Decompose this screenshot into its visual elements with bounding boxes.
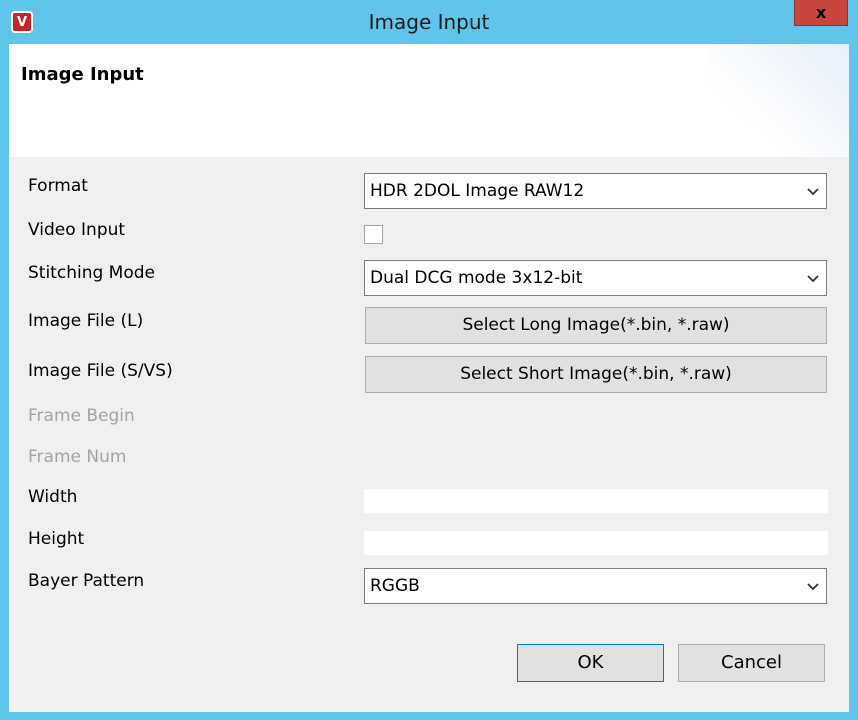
stitching-mode-select[interactable]: Dual DCG mode 3x12-bit (364, 260, 827, 296)
close-icon: x (815, 3, 827, 22)
chevron-down-icon (807, 275, 819, 283)
format-select[interactable]: HDR 2DOL Image RAW12 (364, 173, 827, 209)
image-file-svs-label: Image File (S/VS) (28, 361, 173, 381)
select-long-image-button[interactable]: Select Long Image(*.bin, *.raw) (365, 307, 827, 344)
stitching-mode-label: Stitching Mode (28, 263, 155, 283)
ok-button[interactable]: OK (517, 644, 664, 682)
banner-decoration (709, 44, 849, 157)
cancel-button[interactable]: Cancel (678, 644, 825, 682)
width-label: Width (28, 487, 78, 507)
bayer-pattern-select[interactable]: RGGB (364, 568, 827, 604)
format-label: Format (28, 176, 88, 196)
select-short-image-button[interactable]: Select Short Image(*.bin, *.raw) (365, 356, 827, 393)
banner-title: Image Input (21, 64, 144, 85)
frame-begin-label: Frame Begin (28, 406, 135, 426)
dialog-body: Image Input Format HDR 2DOL Image RAW12 … (9, 44, 849, 712)
bayer-pattern-label: Bayer Pattern (28, 571, 145, 591)
video-input-checkbox[interactable] (364, 225, 383, 244)
window-title: Image Input (368, 10, 490, 34)
dialog-window: V Image Input x Image Input Format HDR 2… (0, 0, 858, 720)
format-value: HDR 2DOL Image RAW12 (370, 181, 585, 201)
video-input-label: Video Input (28, 220, 126, 240)
image-file-l-label: Image File (L) (28, 311, 144, 331)
header-banner: Image Input (9, 44, 849, 157)
height-label: Height (28, 529, 85, 549)
chevron-down-icon (807, 188, 819, 196)
frame-num-label: Frame Num (28, 447, 127, 467)
width-input[interactable] (364, 489, 828, 513)
title-bar[interactable]: V Image Input x (0, 0, 858, 44)
close-button[interactable]: x (794, 0, 848, 26)
stitching-mode-value: Dual DCG mode 3x12-bit (370, 268, 583, 288)
bayer-pattern-value: RGGB (370, 576, 420, 596)
height-input[interactable] (364, 531, 828, 555)
chevron-down-icon (807, 583, 819, 591)
